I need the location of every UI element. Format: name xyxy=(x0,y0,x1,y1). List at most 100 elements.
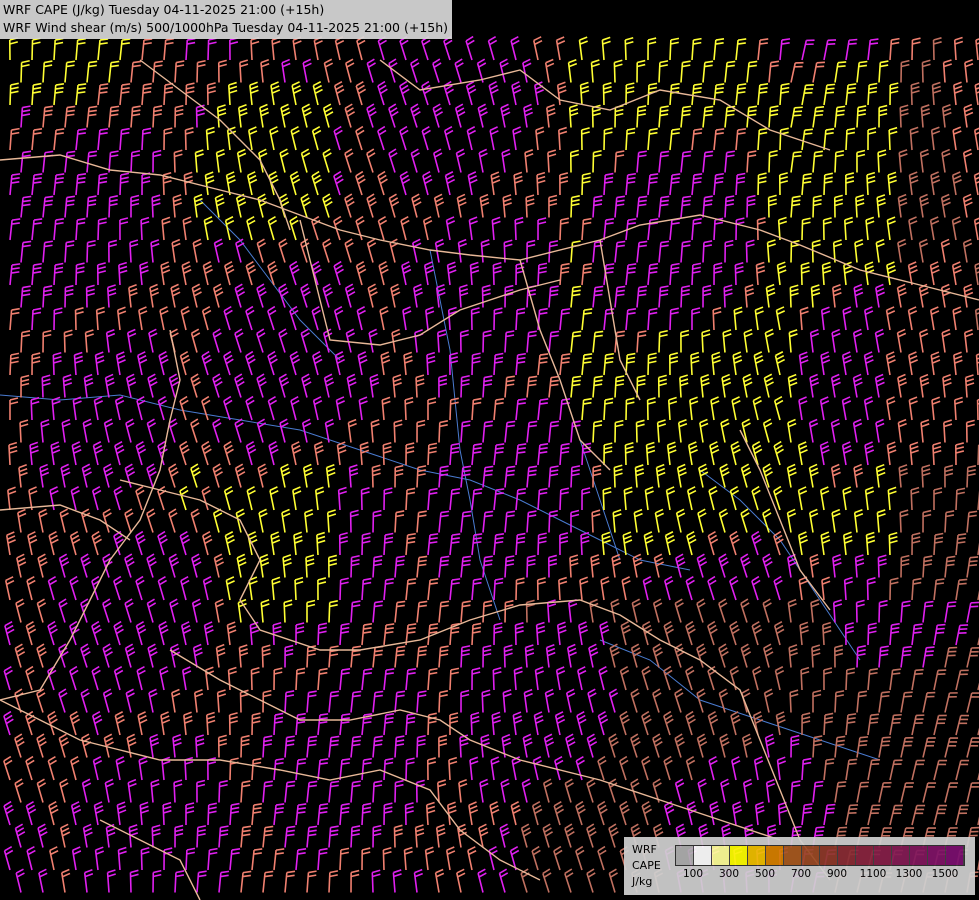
wind-barb xyxy=(852,418,863,443)
wind-barb xyxy=(775,306,786,331)
wind-barb xyxy=(257,463,268,488)
wind-barb xyxy=(493,532,505,556)
wind-barb xyxy=(158,620,169,646)
wind-barb xyxy=(711,351,721,376)
wind-barb xyxy=(786,463,797,488)
wind-barb xyxy=(875,283,885,308)
wind-barb xyxy=(151,824,161,848)
wind-barb xyxy=(312,81,323,106)
wind-barb xyxy=(382,441,392,466)
wind-barb xyxy=(3,755,13,781)
wind-barb xyxy=(636,240,648,263)
wind-barb xyxy=(545,104,556,128)
wind-barb xyxy=(745,239,755,263)
wind-barb xyxy=(940,193,951,218)
wind-barb xyxy=(622,531,633,556)
wind-barb xyxy=(460,374,470,398)
wind-barb xyxy=(248,576,258,601)
wind-barb xyxy=(729,485,740,511)
wind-barb xyxy=(148,688,158,713)
wind-barb xyxy=(730,441,741,466)
wind-barb xyxy=(427,442,438,466)
wind-barb xyxy=(31,173,43,196)
wind-barb xyxy=(719,463,730,488)
wind-barb xyxy=(831,283,842,308)
wind-barb xyxy=(778,172,789,196)
wind-barb xyxy=(592,330,604,353)
wind-barb xyxy=(801,84,814,106)
wind-barb xyxy=(83,373,94,398)
wind-barb xyxy=(889,37,900,61)
wind-barb xyxy=(491,711,501,736)
wind-barb xyxy=(724,150,735,173)
wind-barb xyxy=(139,801,150,826)
wind-barb xyxy=(4,576,15,601)
cape-legend: WRF CAPE J/kg 100 300 500 700 900 1100 1300 150… xyxy=(624,837,975,895)
wind-barb xyxy=(141,172,151,196)
wind-barb xyxy=(31,352,41,376)
wind-barb xyxy=(345,328,355,353)
wind-barb xyxy=(698,463,709,488)
wind-barb xyxy=(886,441,897,466)
wind-barb xyxy=(91,665,101,691)
wind-barb xyxy=(302,463,313,488)
wind-barb xyxy=(437,329,447,353)
wind-barb xyxy=(687,441,698,466)
wind-barb xyxy=(108,195,118,218)
wind-barb xyxy=(812,689,822,713)
wind-barb xyxy=(141,38,153,61)
wind-barb xyxy=(691,307,701,331)
wind-barb xyxy=(819,441,830,466)
wind-barb xyxy=(723,284,733,308)
wind-barb xyxy=(465,80,477,106)
wind-barb xyxy=(697,508,707,533)
wind-barb xyxy=(801,217,811,241)
wind-barb xyxy=(689,396,699,421)
wind-barb xyxy=(800,666,810,691)
wind-barb xyxy=(416,465,427,488)
wind-barb xyxy=(217,59,227,83)
country-borders xyxy=(0,59,979,900)
wind-barb xyxy=(577,666,587,691)
wind-barb xyxy=(63,329,73,353)
wind-barb xyxy=(129,239,139,263)
wind-barb xyxy=(69,530,81,556)
wind-barb xyxy=(113,665,124,691)
wind-barb xyxy=(223,440,234,466)
wind-barb xyxy=(47,665,57,691)
wind-barb xyxy=(866,171,876,196)
wind-barb xyxy=(234,418,244,443)
wind-barb xyxy=(542,823,553,848)
wind-barb xyxy=(213,238,224,263)
wind-barb xyxy=(359,441,370,466)
wind-barb xyxy=(724,60,736,83)
wind-barb xyxy=(466,126,476,151)
wind-barb xyxy=(702,105,714,128)
wind-barb xyxy=(25,755,35,781)
wind-barb xyxy=(558,576,568,601)
wind-barb xyxy=(150,779,160,803)
wind-barb xyxy=(878,690,890,713)
wind-barb xyxy=(137,351,148,376)
wind-barb xyxy=(624,442,634,466)
wind-barb xyxy=(597,800,608,826)
wind-barb xyxy=(372,735,383,758)
wind-barb xyxy=(410,148,420,173)
legend-swatch xyxy=(694,846,712,865)
wind-barb xyxy=(437,779,447,803)
legend-tick-label: 500 xyxy=(754,868,776,880)
wind-barb xyxy=(39,463,50,488)
wind-barb xyxy=(776,756,787,781)
wind-barb xyxy=(919,148,930,173)
wind-barb xyxy=(215,643,226,668)
wind-barb xyxy=(416,734,426,758)
wind-barb xyxy=(599,621,610,646)
wind-barb xyxy=(172,734,182,758)
wind-barb xyxy=(834,644,844,668)
wind-barb xyxy=(535,621,546,646)
wind-barb xyxy=(482,375,493,398)
wind-barb xyxy=(51,396,61,421)
wind-barb xyxy=(148,328,158,353)
wind-barb xyxy=(966,692,979,713)
wind-barb xyxy=(702,150,714,173)
